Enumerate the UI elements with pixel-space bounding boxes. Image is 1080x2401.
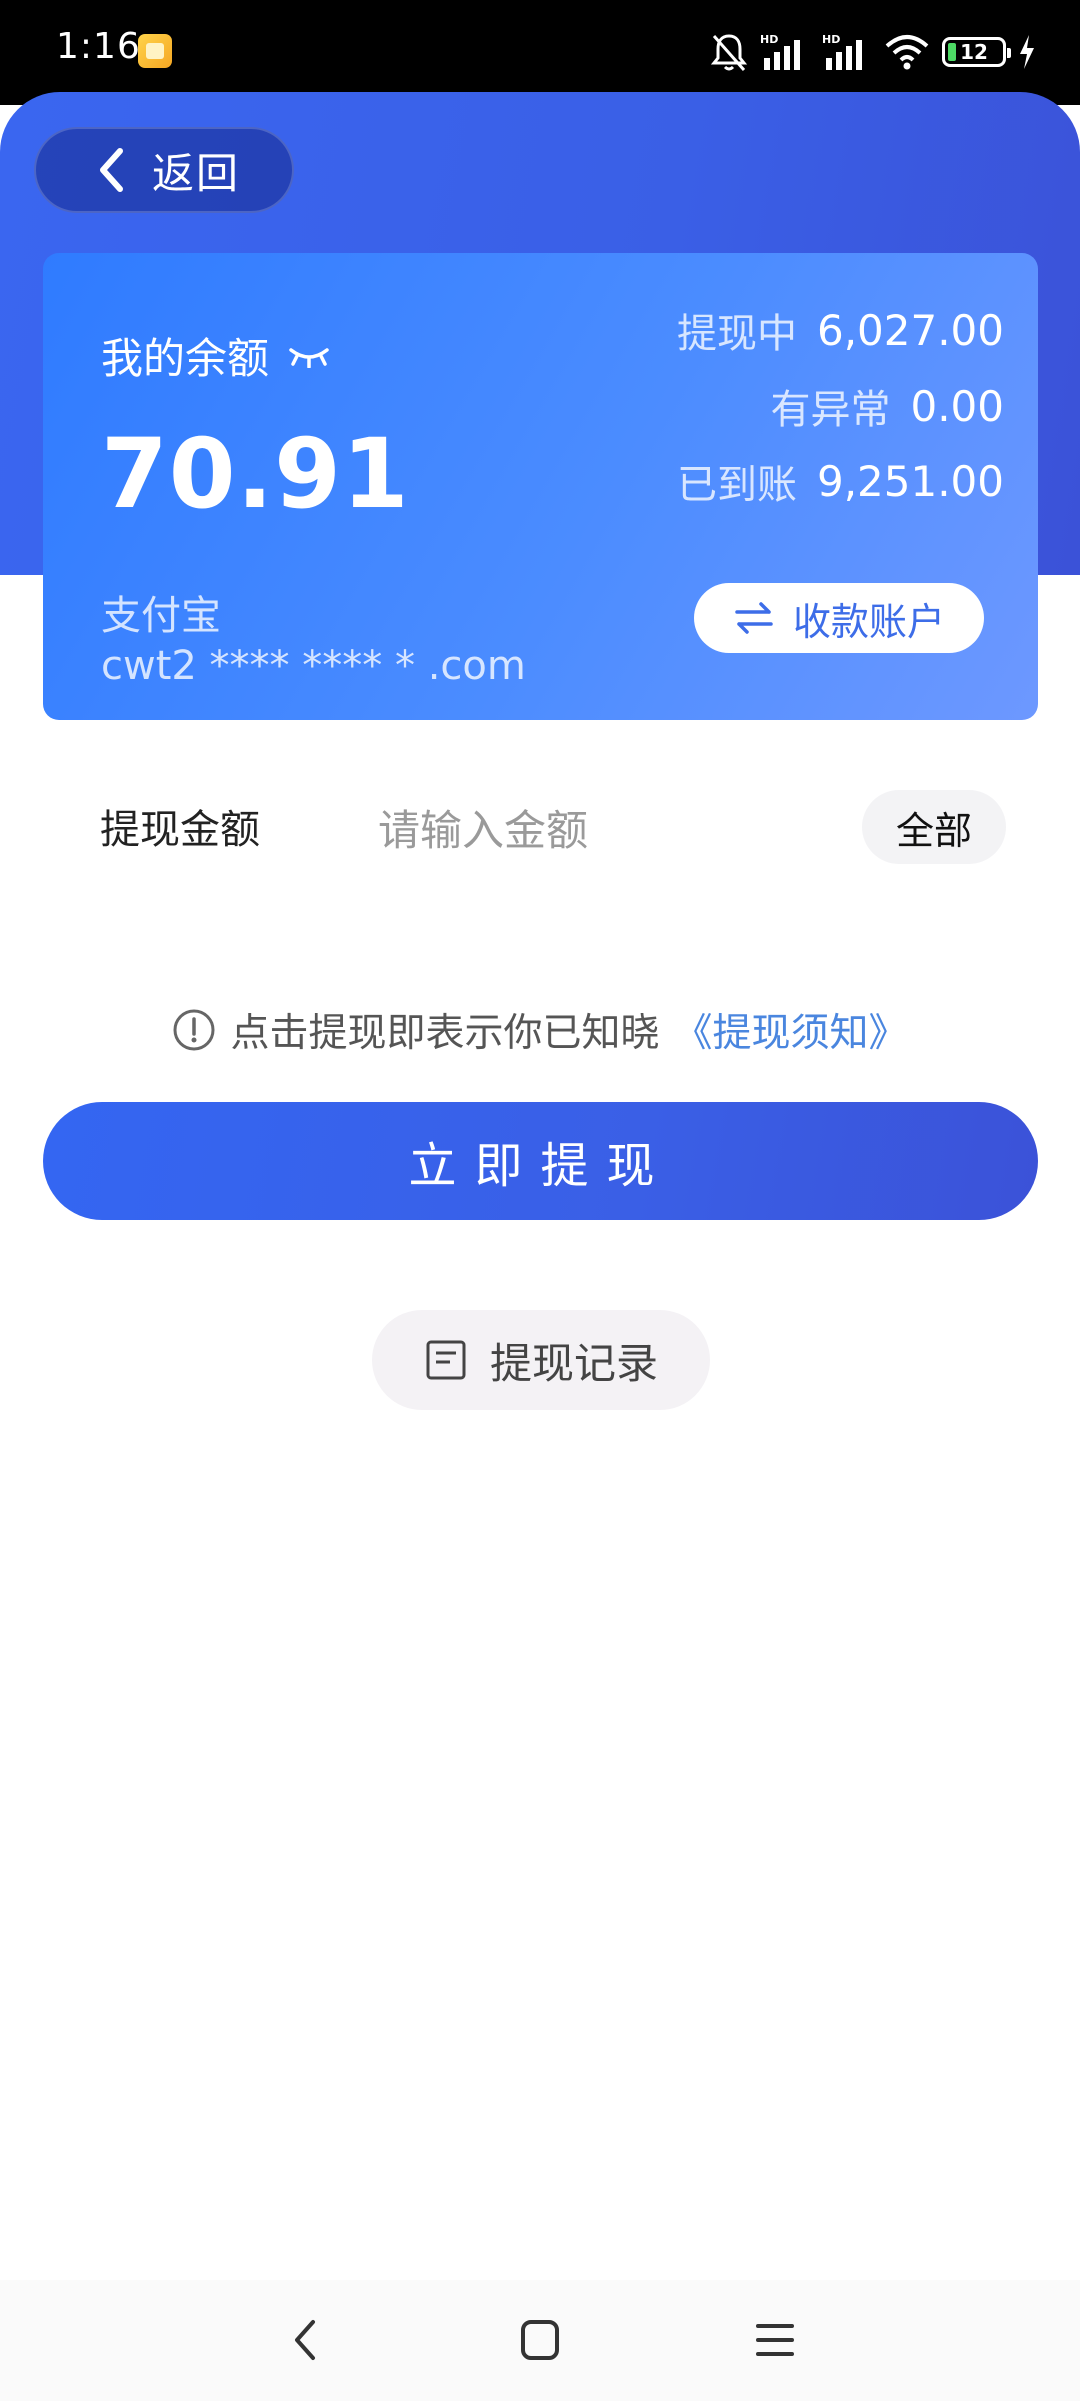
back-label: 返回: [152, 148, 241, 198]
stat-value: 6,027.00: [816, 305, 1004, 355]
info-icon: [173, 1009, 215, 1051]
stat-label: 已到账: [676, 462, 797, 508]
amount-input[interactable]: [378, 795, 838, 865]
chevron-left-icon: [100, 148, 123, 192]
document-icon: [426, 1340, 466, 1380]
stat-label: 有异常: [770, 387, 891, 433]
wifi-icon: [885, 35, 929, 70]
withdraw-history-label: 提现记录: [489, 1338, 658, 1388]
notice-text: 点击提现即表示你已知晓: [230, 1011, 660, 1056]
withdraw-terms-link[interactable]: 《提现须知》: [674, 1002, 908, 1058]
balance-card: 我的余额 70.91 提现中 6,027.00 有异常 0.00 已到账 9,2…: [43, 253, 1038, 720]
stat-value: 9,251.00: [816, 456, 1004, 506]
app-notification-icon: [138, 34, 172, 68]
mute-icon: [710, 34, 748, 71]
swap-icon: [735, 602, 773, 634]
hd-signal-icon: HD: [822, 33, 862, 70]
amount-label: 提现金额: [100, 807, 260, 853]
nav-back-icon[interactable]: [285, 2312, 325, 2368]
receiving-account-button[interactable]: 收款账户: [694, 583, 984, 653]
battery-icon: 12: [942, 37, 1011, 67]
stat-abnormal: 有异常 0.00: [770, 377, 1004, 435]
charging-icon: [1020, 35, 1034, 69]
stat-label: 提现中: [676, 311, 797, 357]
battery-level: 12: [960, 40, 988, 64]
all-amount-label: 全部: [895, 808, 972, 853]
stat-value: 0.00: [910, 381, 1004, 431]
balance-label: 我的余额: [101, 334, 270, 383]
back-button[interactable]: 返回: [34, 127, 294, 213]
balance-amount: 70.91: [101, 418, 410, 530]
balance-label-row: 我的余额: [101, 325, 331, 386]
withdraw-now-button[interactable]: 立即提现: [43, 1102, 1038, 1220]
all-amount-button[interactable]: 全部: [862, 790, 1006, 864]
withdraw-history-button[interactable]: 提现记录: [372, 1310, 710, 1410]
status-time: 1:16: [56, 26, 141, 67]
hd-signal-icon: HD: [760, 33, 800, 70]
receiving-account-label: 收款账户: [792, 599, 945, 644]
eye-closed-icon[interactable]: [287, 344, 331, 368]
withdraw-notice: 点击提现即表示你已知晓 《提现须知》: [0, 1002, 1080, 1058]
stat-withdrawing: 提现中 6,027.00: [677, 301, 1004, 359]
status-icons: HD HD 12: [710, 30, 1036, 74]
nav-home-icon[interactable]: [515, 2312, 565, 2368]
nav-menu-icon[interactable]: [752, 2312, 798, 2368]
status-bar: 1:16 HD HD 12: [0, 0, 1080, 105]
payment-account: cwt2 **** **** * .com: [101, 643, 526, 689]
svg-text:HD: HD: [822, 33, 840, 46]
payment-method: 支付宝: [101, 593, 221, 639]
svg-text:HD: HD: [760, 33, 778, 46]
stat-received: 已到账 9,251.00: [677, 452, 1004, 510]
withdraw-now-label: 立即提现: [408, 1138, 673, 1194]
navigation-bar: [0, 2280, 1080, 2401]
